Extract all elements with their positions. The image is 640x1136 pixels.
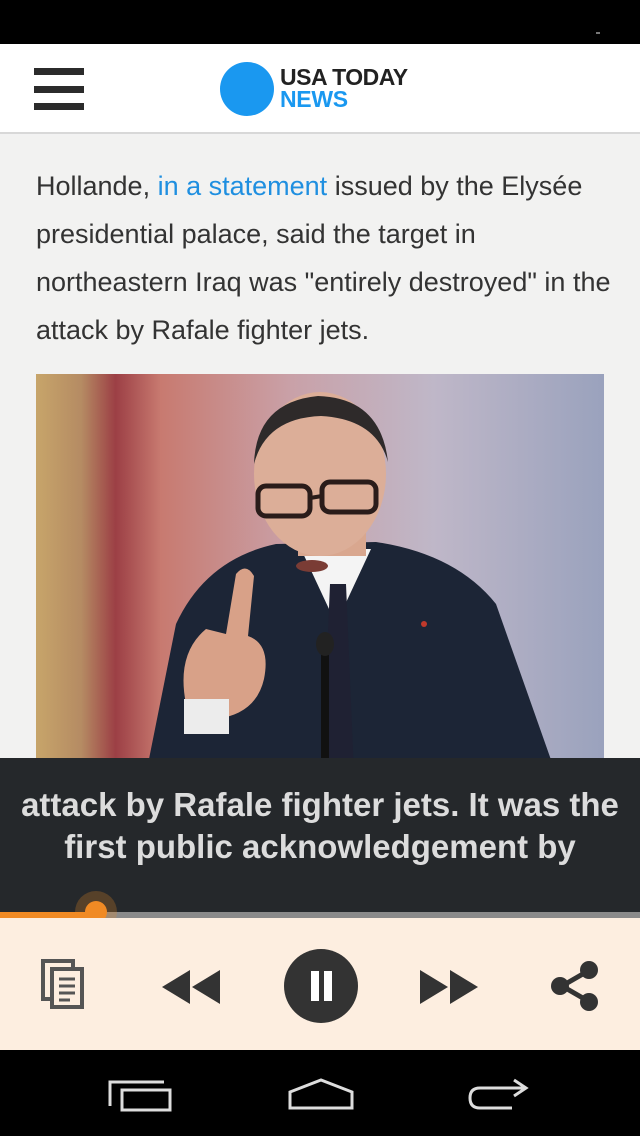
paragraph-text-start: Hollande, [36,171,158,201]
status-bar [0,0,640,44]
fast-forward-icon [420,970,478,1004]
signal-indicator [596,32,600,34]
menu-button[interactable] [34,68,84,110]
logo-circle-icon [220,62,274,116]
logo-wordmark: USA TODAY NEWS [280,64,440,112]
pause-button[interactable] [284,949,358,1028]
rewind-icon [162,970,220,1004]
recent-apps-button[interactable] [106,1078,174,1119]
logo-line-1: USA TODAY [280,64,408,90]
fast-forward-button[interactable] [418,968,480,1011]
share-icon [551,961,598,1011]
article-paragraph: Hollande, in a statement issued by the E… [36,162,616,354]
home-button[interactable] [286,1076,356,1117]
player-controls [0,918,640,1050]
app-header: USA TODAY NEWS [0,44,640,134]
hamburger-icon-bar [34,68,84,75]
photo-illustration [149,392,551,758]
recent-apps-icon [108,1080,172,1112]
document-button[interactable] [40,958,86,1015]
hamburger-icon-bar [34,103,84,110]
article-body: Hollande, in a statement issued by the E… [0,136,640,758]
pause-icon [284,949,358,1023]
statement-link[interactable]: in a statement [158,171,328,201]
share-button[interactable] [550,961,600,1016]
rewind-button[interactable] [160,968,222,1011]
hamburger-icon-bar [34,85,84,93]
back-button[interactable] [466,1078,530,1117]
document-icon [41,959,84,1009]
tts-caption-text: attack by Rafale fighter jets. It was th… [21,786,619,865]
article-photo[interactable] [36,374,604,758]
back-icon [468,1078,529,1110]
logo-line-2: NEWS [280,86,348,112]
system-navigation-bar [0,1050,640,1136]
home-icon [288,1078,354,1110]
